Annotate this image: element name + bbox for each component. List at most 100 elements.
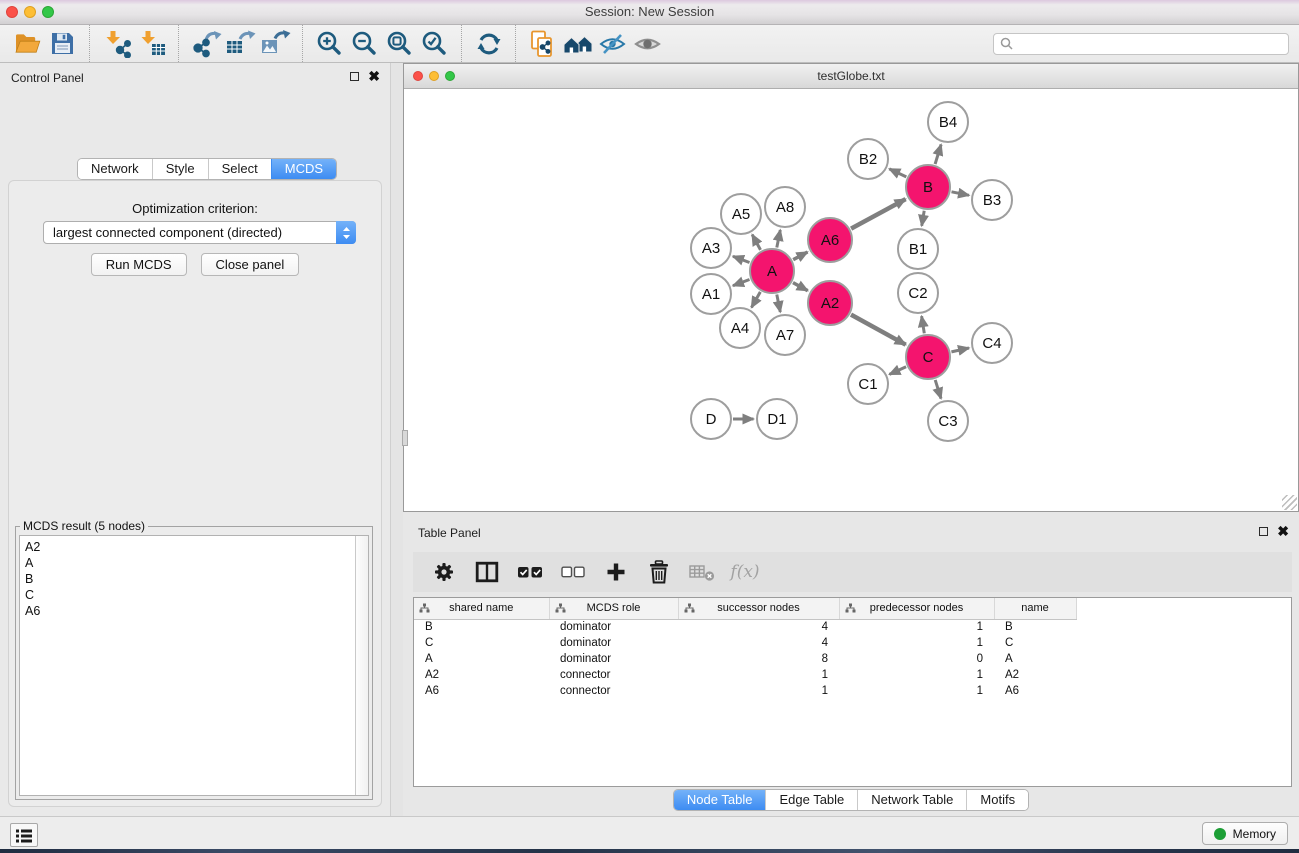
table-cell[interactable]: B xyxy=(414,619,549,635)
graph-edge-A-A3[interactable] xyxy=(733,256,750,262)
column-header-successor-nodes[interactable]: successor nodes xyxy=(678,598,839,619)
float-table-panel-button[interactable] xyxy=(1259,527,1268,536)
graph-edge-B-B1[interactable] xyxy=(922,211,925,226)
table-cell[interactable]: B xyxy=(994,619,1076,635)
delete-column-button[interactable] xyxy=(642,556,676,589)
table-cell[interactable]: C xyxy=(994,635,1076,651)
close-window-button[interactable] xyxy=(6,6,18,18)
table-cell[interactable]: dominator xyxy=(549,619,678,635)
zoom-fit-button[interactable] xyxy=(382,27,417,60)
table-row[interactable]: Bdominator41B xyxy=(414,619,1076,635)
graph-node-A[interactable]: A xyxy=(749,248,795,294)
optimization-criterion-dropdown[interactable]: largest connected component (directed) xyxy=(43,221,356,244)
mcds-result-item[interactable]: B xyxy=(25,571,368,587)
graph-node-C4[interactable]: C4 xyxy=(971,322,1013,364)
table-cell[interactable]: 1 xyxy=(839,635,994,651)
table-cell[interactable]: A2 xyxy=(414,667,549,683)
hide-toggle-button[interactable] xyxy=(595,27,630,60)
table-cell[interactable]: A6 xyxy=(994,683,1076,699)
minimize-window-button[interactable] xyxy=(24,6,36,18)
graph-node-B4[interactable]: B4 xyxy=(927,101,969,143)
minimize-network-button[interactable] xyxy=(429,71,439,81)
table-cell[interactable]: 0 xyxy=(839,651,994,667)
table-cell[interactable]: A2 xyxy=(994,667,1076,683)
export-network-button[interactable] xyxy=(188,27,223,60)
select-all-columns-button[interactable] xyxy=(513,556,547,589)
zoom-selected-button[interactable] xyxy=(417,27,452,60)
table-cell[interactable]: 1 xyxy=(839,619,994,635)
column-header-shared-name[interactable]: shared name xyxy=(414,598,549,619)
zoom-in-button[interactable] xyxy=(312,27,347,60)
graph-node-C[interactable]: C xyxy=(905,334,951,380)
refresh-button[interactable] xyxy=(471,27,506,60)
mcds-result-item[interactable]: A xyxy=(25,555,368,571)
export-table-button[interactable] xyxy=(223,27,258,60)
tab-motifs[interactable]: Motifs xyxy=(966,790,1028,810)
graph-node-B1[interactable]: B1 xyxy=(897,228,939,270)
duplicate-network-button[interactable] xyxy=(525,27,560,60)
graph-node-D[interactable]: D xyxy=(690,398,732,440)
table-cell[interactable]: 8 xyxy=(678,651,839,667)
zoom-out-button[interactable] xyxy=(347,27,382,60)
show-toggle-button[interactable] xyxy=(630,27,665,60)
table-row[interactable]: Adominator80A xyxy=(414,651,1076,667)
graph-edge-A-A4[interactable] xyxy=(752,292,761,308)
tab-node-table[interactable]: Node Table xyxy=(674,790,766,810)
column-header-MCDS-role[interactable]: MCDS role xyxy=(549,598,678,619)
window-resize-grip[interactable] xyxy=(1282,495,1297,510)
graph-node-B2[interactable]: B2 xyxy=(847,138,889,180)
delete-table-button[interactable] xyxy=(685,556,719,589)
graph-edge-A-A7[interactable] xyxy=(777,295,781,313)
graph-edge-C-C1[interactable] xyxy=(889,367,906,375)
open-file-button[interactable] xyxy=(10,27,45,60)
column-header-predecessor-nodes[interactable]: predecessor nodes xyxy=(839,598,994,619)
close-table-panel-button[interactable]: ✖ xyxy=(1277,527,1289,536)
graph-edge-B-B3[interactable] xyxy=(952,192,970,196)
graph-node-D1[interactable]: D1 xyxy=(756,398,798,440)
network-canvas[interactable]: B4B2BB3A8A5A6A3B1AC2A1A2A4A7C4CC1C3DD1 xyxy=(404,90,1298,511)
graph-node-A8[interactable]: A8 xyxy=(764,186,806,228)
graph-node-A4[interactable]: A4 xyxy=(719,307,761,349)
graph-node-A2[interactable]: A2 xyxy=(807,280,853,326)
table-cell[interactable]: A6 xyxy=(414,683,549,699)
network-window-titlebar[interactable]: testGlobe.txt xyxy=(404,64,1298,89)
table-cell[interactable]: connector xyxy=(549,667,678,683)
graph-node-A1[interactable]: A1 xyxy=(690,273,732,315)
task-history-button[interactable] xyxy=(10,823,38,847)
table-cell[interactable]: 1 xyxy=(839,683,994,699)
mcds-result-item[interactable]: A6 xyxy=(25,603,368,619)
table-cell[interactable]: A xyxy=(994,651,1076,667)
graph-node-C3[interactable]: C3 xyxy=(927,400,969,442)
graph-edge-A6-B[interactable] xyxy=(851,199,906,229)
mcds-result-item[interactable]: C xyxy=(25,587,368,603)
function-builder-button[interactable]: f(x) xyxy=(728,556,762,589)
export-image-button[interactable] xyxy=(258,27,293,60)
column-header-name[interactable]: name xyxy=(994,598,1076,619)
graph-node-B3[interactable]: B3 xyxy=(971,179,1013,221)
graph-node-A5[interactable]: A5 xyxy=(720,193,762,235)
close-network-button[interactable] xyxy=(413,71,423,81)
graph-node-B[interactable]: B xyxy=(905,164,951,210)
table-cell[interactable]: C xyxy=(414,635,549,651)
graph-edge-C-C3[interactable] xyxy=(935,380,941,399)
table-cell[interactable]: 4 xyxy=(678,635,839,651)
table-cell[interactable]: 1 xyxy=(678,683,839,699)
tab-network[interactable]: Network xyxy=(78,159,152,179)
graph-edge-A-A6[interactable] xyxy=(793,252,807,260)
table-cell[interactable]: 1 xyxy=(678,667,839,683)
table-cell[interactable]: connector xyxy=(549,683,678,699)
graph-edge-B-B2[interactable] xyxy=(889,169,906,177)
import-table-button[interactable] xyxy=(134,27,169,60)
add-column-button[interactable] xyxy=(599,556,633,589)
graph-edge-A-A2[interactable] xyxy=(793,283,808,291)
left-splitter-handle[interactable] xyxy=(402,430,408,446)
home-button[interactable] xyxy=(560,27,595,60)
tab-mcds[interactable]: MCDS xyxy=(271,159,336,179)
graph-node-A6[interactable]: A6 xyxy=(807,217,853,263)
tab-style[interactable]: Style xyxy=(152,159,208,179)
graph-node-C2[interactable]: C2 xyxy=(897,272,939,314)
graph-edge-B-B4[interactable] xyxy=(935,145,941,165)
graph-edge-A-A5[interactable] xyxy=(752,235,760,250)
result-scrollbar[interactable] xyxy=(355,536,368,795)
graph-edge-A2-C[interactable] xyxy=(851,315,906,345)
